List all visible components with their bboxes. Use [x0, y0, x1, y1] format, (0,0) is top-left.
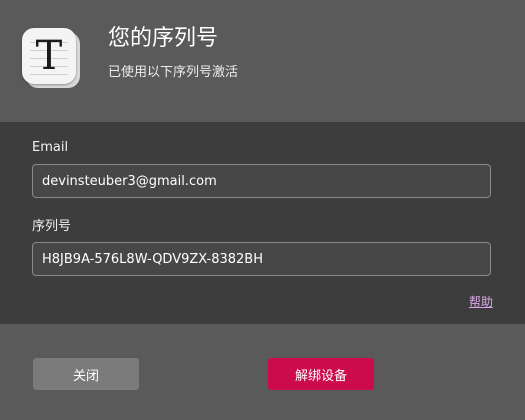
- deactivate-device-button[interactable]: 解绑设备: [268, 358, 374, 390]
- app-icon-glyph: T: [35, 33, 63, 79]
- serial-label: 序列号: [32, 219, 72, 234]
- serial-field[interactable]: [32, 242, 491, 276]
- dialog-title: 您的序列号: [108, 26, 219, 51]
- dialog-subtitle: 已使用以下序列号激活: [108, 65, 239, 80]
- license-form: Email 序列号 帮助: [0, 122, 525, 324]
- app-icon: T: [22, 28, 82, 90]
- email-field[interactable]: [32, 164, 491, 198]
- close-button[interactable]: 关闭: [33, 358, 139, 390]
- email-label: Email: [32, 140, 69, 155]
- dialog-header: T 您的序列号 已使用以下序列号激活: [0, 0, 525, 122]
- app-icon-front-sheet: T: [22, 28, 76, 84]
- dialog-footer: 关闭 解绑设备: [0, 324, 525, 420]
- help-link[interactable]: 帮助: [469, 294, 493, 310]
